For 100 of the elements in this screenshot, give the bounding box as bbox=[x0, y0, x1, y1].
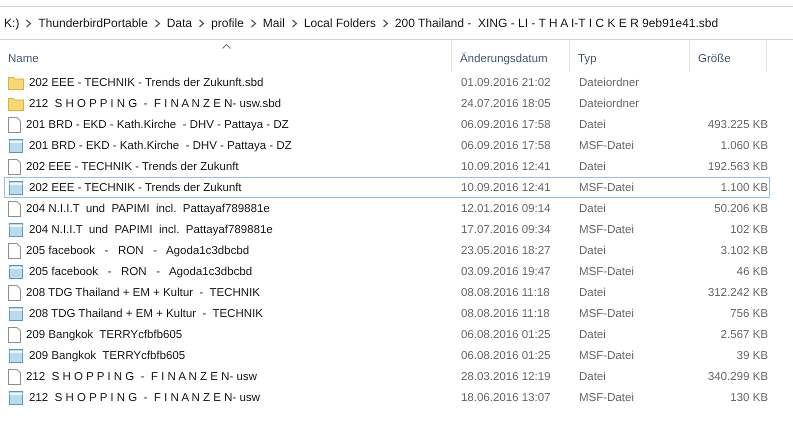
file-name: 208 TDG Thailand + EM + Kultur - TECHNIK bbox=[29, 308, 263, 320]
modified-date: 18.06.2016 13:07 bbox=[460, 392, 552, 404]
file-row[interactable]: 212 S H O P P I N G - F I N A N Z E N- usw.sbd 24.07.2016 18:05 Dateiordner bbox=[4, 93, 770, 114]
modified-date: 17.07.2016 09:34 bbox=[460, 224, 552, 236]
file-type: Datei bbox=[578, 286, 607, 298]
file-icon bbox=[8, 242, 21, 258]
breadcrumb-item[interactable]: Data bbox=[162, 16, 196, 30]
document-icon bbox=[8, 390, 24, 406]
file-size: 1.060 KB bbox=[720, 140, 769, 152]
file-name: 201 BRD - EKD - Kath.Kirche - DHV - Pattaya - DZ bbox=[26, 118, 289, 130]
file-name: 209 Bangkok TERRYcfbfb605 bbox=[26, 328, 182, 340]
column-header[interactable]: Typ bbox=[570, 40, 690, 72]
document-icon bbox=[8, 264, 24, 280]
file-row[interactable]: 212 S H O P P I N G - F I N A N Z E N- usw 28.03.2016 12:19 Datei 340.299 KB bbox=[4, 366, 770, 387]
breadcrumb-item[interactable]: profile bbox=[207, 16, 248, 30]
file-row[interactable]: 204 N.I.I.T und PAPIMI incl. Pattayaf789881e 12.01.2016 09:14 Datei 50.206 KB bbox=[4, 198, 770, 219]
file-name: 212 S H O P P I N G - F I N A N Z E N- usw bbox=[29, 392, 260, 404]
document-icon bbox=[8, 306, 24, 322]
file-name: 208 TDG Thailand + EM + Kultur - TECHNIK bbox=[26, 286, 260, 298]
modified-date: 10.09.2016 12:41 bbox=[460, 160, 552, 172]
file-type: MSF-Datei bbox=[578, 266, 635, 278]
file-size: 340.299 KB bbox=[708, 370, 769, 382]
modified-date: 08.08.2016 11:18 bbox=[460, 286, 551, 298]
file-name: 204 N.I.I.T und PAPIMI incl. Pattayaf789881e bbox=[26, 202, 270, 214]
document-icon bbox=[8, 348, 24, 364]
modified-date: 23.05.2016 18:27 bbox=[460, 244, 552, 256]
breadcrumb-item[interactable]: ThunderbirdPortable bbox=[34, 16, 152, 30]
file-row[interactable]: 208 TDG Thailand + EM + Kultur - TECHNIK 08.08.2016 11:18 Datei 312.242 KB bbox=[4, 282, 770, 303]
file-name: 205 facebook - RON - Agoda1c3dbcbd bbox=[29, 266, 252, 278]
chevron-icon bbox=[250, 18, 257, 28]
file-type: Datei bbox=[578, 244, 607, 256]
file-row[interactable]: 209 Bangkok TERRYcfbfb605 06.08.2016 01:25 Datei 2.567 KB bbox=[4, 324, 770, 345]
breadcrumb-item[interactable]: 200 Thailand - XING - LI - T H A I-T I C K E R 9eb91e41.sbd bbox=[390, 16, 722, 30]
file-type: MSF-Datei bbox=[578, 308, 635, 320]
file-name: 202 EEE - TECHNIK - Trends der Zukunft.sbd bbox=[29, 76, 264, 88]
breadcrumb-item[interactable]: Mail bbox=[258, 16, 289, 30]
file-name: 212 S H O P P I N G - F I N A N Z E N- usw bbox=[26, 370, 257, 382]
file-row[interactable]: 201 BRD - EKD - Kath.Kirche - DHV - Pattaya - DZ 06.09.2016 17:58 MSF-Datei 1.060 KB bbox=[4, 135, 770, 156]
file-row[interactable]: 208 TDG Thailand + EM + Kultur - TECHNIK 08.08.2016 11:18 MSF-Datei 756 KB bbox=[4, 303, 770, 324]
modified-date: 28.03.2016 12:19 bbox=[460, 370, 552, 382]
modified-date: 08.08.2016 11:18 bbox=[460, 308, 551, 320]
file-size: 2.567 KB bbox=[720, 328, 769, 340]
file-name: 201 BRD - EKD - Kath.Kirche - DHV - Pattaya - DZ bbox=[29, 140, 292, 152]
file-size: 39 KB bbox=[736, 350, 769, 362]
file-size: 312.242 KB bbox=[708, 286, 769, 298]
chevron-icon bbox=[290, 18, 298, 28]
file-size: 46 KB bbox=[736, 266, 769, 278]
file-name: 202 EEE - TECHNIK - Trends der Zukunft bbox=[29, 182, 242, 194]
file-size: 192.563 KB bbox=[708, 160, 769, 172]
file-row[interactable]: 212 S H O P P I N G - F I N A N Z E N- usw 18.06.2016 13:07 MSF-Datei 130 KB bbox=[4, 387, 770, 408]
modified-date: 12.01.2016 09:14 bbox=[460, 202, 552, 214]
file-row[interactable]: 202 EEE - TECHNIK - Trends der Zukunft.sbd 01.09.2016 21:02 Dateiordner bbox=[4, 72, 770, 93]
file-icon bbox=[8, 116, 21, 132]
column-header[interactable]: Änderungsdatum bbox=[452, 40, 570, 72]
sort-caret-icon bbox=[222, 43, 230, 49]
file-type: MSF-Datei bbox=[578, 392, 635, 404]
file-type: Datei bbox=[578, 118, 607, 130]
file-size: 756 KB bbox=[730, 308, 769, 320]
document-icon bbox=[8, 180, 24, 196]
breadcrumb-item[interactable]: K:) bbox=[0, 16, 24, 30]
file-type: MSF-Datei bbox=[578, 182, 635, 194]
modified-date: 01.09.2016 21:02 bbox=[460, 76, 552, 88]
column-header[interactable]: Größe bbox=[690, 40, 767, 72]
file-row[interactable]: 209 Bangkok TERRYcfbfb605 06.08.2016 01:25 MSF-Datei 39 KB bbox=[4, 345, 770, 366]
chevron-icon bbox=[382, 18, 389, 28]
file-type: Dateiordner bbox=[578, 76, 640, 88]
document-icon bbox=[8, 138, 24, 154]
chevron-icon bbox=[154, 18, 161, 28]
file-icon bbox=[8, 158, 21, 174]
file-size: 1.100 KB bbox=[720, 182, 769, 194]
modified-date: 10.09.2016 12:41 bbox=[460, 182, 552, 194]
file-row[interactable]: 204 N.I.I.T und PAPIMI incl. Pattayaf789881e 17.07.2016 09:34 MSF-Datei 102 KB bbox=[4, 219, 770, 240]
file-icon bbox=[8, 368, 21, 384]
folder-icon bbox=[8, 96, 24, 110]
modified-date: 03.09.2016 19:47 bbox=[460, 266, 552, 278]
modified-date: 24.07.2016 18:05 bbox=[460, 98, 552, 110]
file-type: MSF-Datei bbox=[578, 140, 635, 152]
chevron-icon bbox=[198, 18, 206, 28]
file-row[interactable]: 201 BRD - EKD - Kath.Kirche - DHV - Pattaya - DZ 06.09.2016 17:58 Datei 493.225 KB bbox=[4, 114, 770, 135]
file-name: 212 S H O P P I N G - F I N A N Z E N- usw.sbd bbox=[29, 98, 282, 110]
file-size: 130 KB bbox=[730, 392, 769, 404]
file-size: 3.102 KB bbox=[720, 244, 769, 256]
chevron-icon bbox=[25, 18, 32, 28]
modified-date: 06.09.2016 17:58 bbox=[460, 140, 552, 152]
file-size: 50.206 KB bbox=[714, 202, 769, 214]
file-icon bbox=[8, 200, 21, 216]
file-name: 205 facebook - RON - Agoda1c3dbcbd bbox=[26, 244, 250, 256]
breadcrumb-item[interactable]: Local Folders bbox=[300, 16, 380, 30]
file-row[interactable]: 205 facebook - RON - Agoda1c3dbcbd 23.05.2016 18:27 Datei 3.102 KB bbox=[4, 240, 770, 261]
file-type: Datei bbox=[578, 370, 607, 382]
file-type: MSF-Datei bbox=[578, 224, 635, 236]
file-row[interactable]: 202 EEE - TECHNIK - Trends der Zukunft 10.09.2016 12:41 Datei 192.563 KB bbox=[4, 156, 770, 177]
file-row[interactable]: 202 EEE - TECHNIK - Trends der Zukunft 10.09.2016 12:41 MSF-Datei 1.100 KB bbox=[4, 177, 770, 198]
column-header[interactable]: Name bbox=[0, 40, 452, 72]
file-row[interactable]: 205 facebook - RON - Agoda1c3dbcbd 03.09.2016 19:47 MSF-Datei 46 KB bbox=[4, 261, 770, 282]
modified-date: 06.09.2016 17:58 bbox=[460, 118, 552, 130]
file-icon bbox=[8, 326, 21, 342]
folder-icon bbox=[8, 76, 24, 90]
file-type: Datei bbox=[578, 160, 607, 172]
file-type: Datei bbox=[578, 328, 607, 340]
